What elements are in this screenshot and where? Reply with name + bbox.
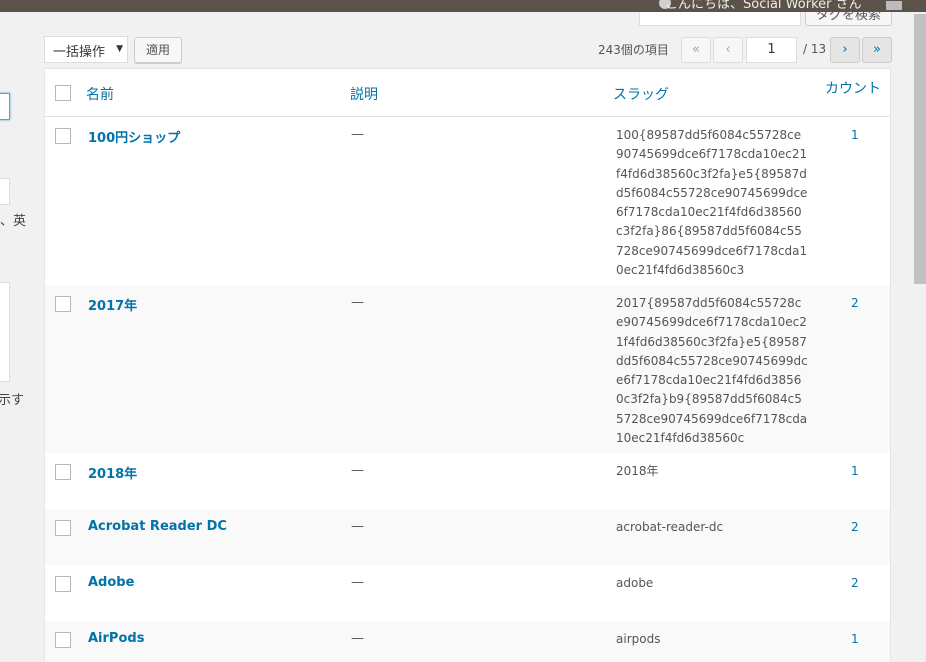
table-row: Acrobat Reader DC — acrobat-reader-dc 2 xyxy=(45,509,890,565)
tag-search-button[interactable]: タグを検索 xyxy=(805,12,892,26)
items-count: 243個の項目 xyxy=(598,43,669,57)
tag-name-link[interactable]: 2018年 xyxy=(88,463,137,482)
row-checkbox[interactable] xyxy=(55,464,71,480)
table-row: 100円ショップ — 100{89587dd5f6084c55728ce9074… xyxy=(45,117,890,285)
total-pages: / 13 xyxy=(803,42,827,56)
admin-bar: こんにちは、Social Worker さん xyxy=(0,0,926,12)
prev-page-button[interactable]: ‹ xyxy=(713,37,743,63)
table-row: 2017年 — 2017{89587dd5f6084c55728ce907456… xyxy=(45,285,890,453)
apply-button[interactable]: 適用 xyxy=(134,37,182,63)
tag-search-input[interactable] xyxy=(639,12,801,26)
account-menu-icon[interactable] xyxy=(886,1,902,10)
next-page-button[interactable]: › xyxy=(830,37,860,63)
column-header-slug[interactable]: スラッグ xyxy=(613,84,669,104)
row-checkbox[interactable] xyxy=(55,128,71,144)
bulk-action-select[interactable]: 一括操作 ▼ xyxy=(44,36,128,63)
tag-count-link[interactable]: 2 xyxy=(851,520,859,534)
row-checkbox[interactable] xyxy=(55,632,71,648)
description-help-text: 示す xyxy=(0,393,25,408)
tag-slug: 100{89587dd5f6084c55728ce90745699dce6f71… xyxy=(616,128,808,278)
bulk-action-label: 一括操作 xyxy=(53,45,106,60)
tag-name-link[interactable]: 2017年 xyxy=(88,295,137,314)
tag-slug: 2017{89587dd5f6084c55728ce90745699dce6f7… xyxy=(616,296,808,446)
tag-count-link[interactable]: 2 xyxy=(851,576,859,590)
tag-slug-field[interactable] xyxy=(0,178,10,205)
tag-slug: adobe xyxy=(616,576,654,590)
chevron-down-icon: ▼ xyxy=(116,44,123,54)
scrollbar-thumb[interactable] xyxy=(914,14,926,284)
tag-slug: airpods xyxy=(616,632,661,646)
tag-name-link[interactable]: AirPods xyxy=(88,631,144,646)
tag-count-link[interactable]: 1 xyxy=(851,464,859,478)
current-page-input[interactable]: 1 xyxy=(746,37,797,63)
row-checkbox[interactable] xyxy=(55,296,71,312)
tag-description: — xyxy=(351,519,364,534)
table-row: Adobe — adobe 2 xyxy=(45,565,890,621)
column-header-name[interactable]: 名前 xyxy=(86,84,114,104)
tag-slug: 2018年 xyxy=(616,464,659,478)
tag-description: — xyxy=(351,463,364,478)
tag-slug: acrobat-reader-dc xyxy=(616,520,724,534)
tag-description: — xyxy=(351,631,364,646)
table-row: 2018年 — 2018年 1 xyxy=(45,453,890,509)
tag-count-link[interactable]: 2 xyxy=(851,296,859,310)
first-page-button[interactable]: « xyxy=(681,37,711,63)
tag-count-link[interactable]: 1 xyxy=(851,632,859,646)
row-checkbox[interactable] xyxy=(55,576,71,592)
tag-name-link[interactable]: Adobe xyxy=(88,575,134,590)
tag-description: — xyxy=(351,127,364,142)
slug-help-text: 、英 xyxy=(0,214,27,229)
tag-name-link[interactable]: 100円ショップ xyxy=(88,127,180,146)
tags-table: 名前 説明 スラッグ カウント 100円ショップ — 100{89587dd5f… xyxy=(44,68,891,662)
tag-description: — xyxy=(351,575,364,590)
table-row: AirPods — airpods 1 xyxy=(45,621,890,662)
last-page-button[interactable]: » xyxy=(862,37,892,63)
select-all-checkbox[interactable] xyxy=(55,85,71,101)
tag-description: — xyxy=(351,295,364,310)
tag-name-field[interactable] xyxy=(0,93,10,120)
column-header-description[interactable]: 説明 xyxy=(350,84,378,104)
row-checkbox[interactable] xyxy=(55,520,71,536)
tag-name-link[interactable]: Acrobat Reader DC xyxy=(88,519,227,534)
tag-count-link[interactable]: 1 xyxy=(851,128,859,142)
table-header: 名前 説明 スラッグ カウント xyxy=(45,69,890,117)
admin-greeting[interactable]: こんにちは、Social Worker さん xyxy=(665,0,862,12)
tag-description-textarea[interactable] xyxy=(0,282,10,382)
column-header-count[interactable]: カウント xyxy=(825,78,881,98)
